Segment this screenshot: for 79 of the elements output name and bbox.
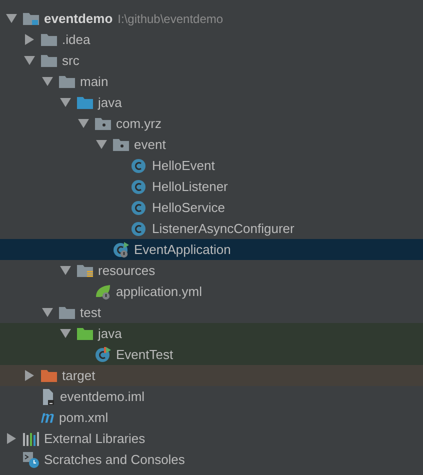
module-path: I:\github\eventdemo [118,10,224,28]
collapse-arrow-icon[interactable] [78,119,88,128]
folder-icon [77,264,93,277]
folder-icon [41,54,57,67]
collapse-arrow-icon[interactable] [42,308,52,317]
collapse-arrow-icon[interactable] [60,266,70,275]
maven-icon [41,412,54,422]
expand-arrow-icon[interactable] [24,370,34,381]
tree-label: HelloEvent [152,156,215,175]
tree-label: main [80,72,108,91]
tree-row[interactable]: Scratches and Consoles [0,449,423,470]
tree-label: EventTest [116,346,174,364]
tree-row[interactable]: HelloEvent [0,155,423,176]
test-class-icon [95,346,111,362]
file-icon [41,388,55,404]
collapse-arrow-icon[interactable] [96,140,106,149]
tree-label: application.yml [116,282,202,301]
tree-row[interactable]: src [0,50,423,71]
tree-label: External Libraries [44,430,146,448]
tree-label: event [134,136,166,154]
tree-label: .idea [62,30,90,49]
folder-icon [41,369,57,382]
tree-label: HelloService [152,198,225,217]
tree-row[interactable]: target [0,365,423,386]
tree-label: java [98,94,122,112]
class-icon [131,158,147,174]
tree-label: EventApplication [134,240,231,259]
folder-icon [41,33,57,46]
tree-label: com.yrz [116,114,162,133]
expand-arrow-icon[interactable] [6,433,16,444]
collapse-arrow-icon[interactable] [42,77,52,86]
tree-label: eventdemo [44,10,113,28]
tree-label: resources [98,262,156,280]
collapse-arrow-icon[interactable] [60,98,70,107]
tree-row[interactable]: application.yml [0,281,423,302]
folder-icon [113,138,129,151]
tree-row[interactable]: ListenerAsyncConfigurer [0,218,423,239]
folder-icon [59,306,75,319]
class-icon [131,220,147,236]
tree-label: src [62,52,80,70]
tree-label: Scratches and Consoles [44,450,185,469]
tree-label: HelloListener [152,178,228,196]
tree-row[interactable]: eventdemo.iml [0,386,423,407]
scratches-icon [23,452,39,468]
libraries-icon [23,432,39,446]
tree-row[interactable]: eventdemo I:\github\eventdemo [0,8,423,29]
tree-row[interactable]: main [0,71,423,92]
folder-icon [77,327,93,340]
tree-row[interactable]: HelloService [0,197,423,218]
class-icon [131,178,147,194]
class-run-icon [113,242,129,258]
tree-label: pom.xml [59,408,108,427]
tree-row[interactable]: EventApplication [0,239,423,260]
tree-label: test [80,304,101,322]
tree-row[interactable]: com.yrz [0,113,423,134]
class-icon [131,200,147,216]
tree-label: target [62,366,96,385]
expand-arrow-icon[interactable] [24,34,34,45]
tree-label: ListenerAsyncConfigurer [152,220,294,238]
tree-row[interactable]: java [0,323,423,344]
folder-icon [59,75,75,88]
tree-row[interactable]: java [0,92,423,113]
tree-row[interactable]: HelloListener [0,176,423,197]
tree-row[interactable]: External Libraries [0,428,423,449]
collapse-arrow-icon[interactable] [24,56,34,65]
tree-row[interactable]: EventTest [0,344,423,365]
tree-row[interactable]: pom.xml [0,407,423,428]
folder-icon [95,117,111,130]
tree-row[interactable]: resources [0,260,423,281]
tree-row[interactable]: event [0,134,423,155]
tree-label: java [98,324,122,343]
tree-label: eventdemo.iml [60,388,145,406]
collapse-arrow-icon[interactable] [6,14,16,23]
collapse-arrow-icon[interactable] [60,329,70,338]
folder-icon [77,96,93,109]
leaf-icon [95,284,111,300]
tree-row[interactable]: test [0,302,423,323]
tree-row[interactable]: .idea [0,29,423,50]
folder-icon [23,12,39,25]
